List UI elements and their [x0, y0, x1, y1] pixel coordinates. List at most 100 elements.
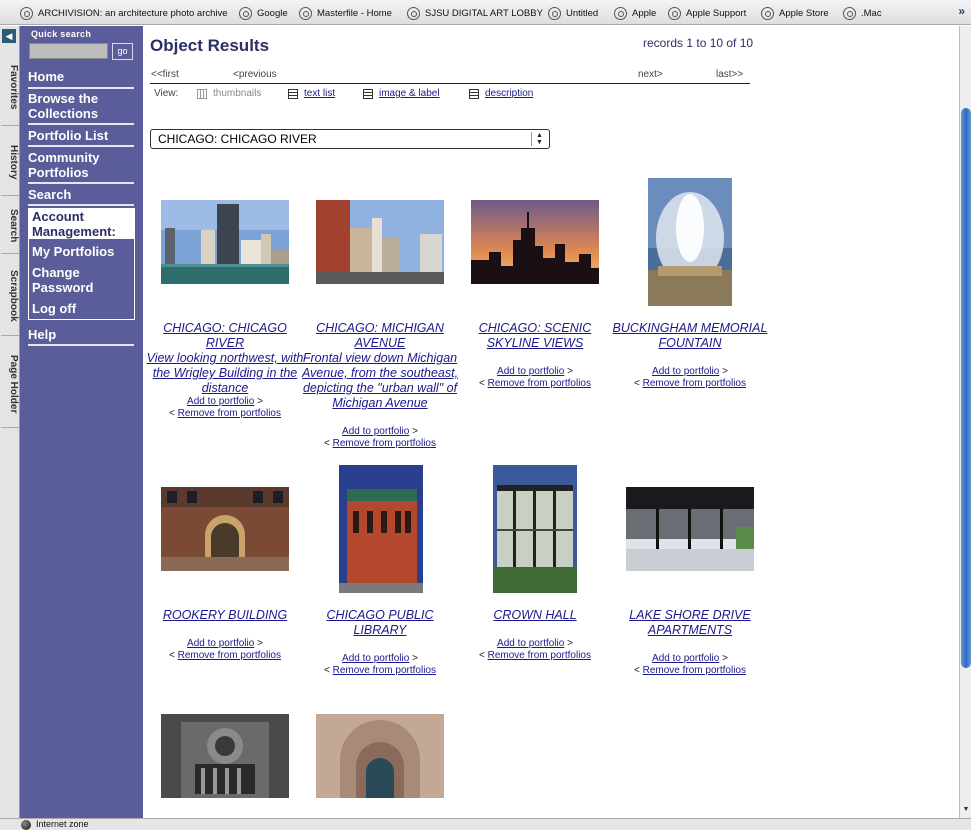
add-to-portfolio-link[interactable]: Add to portfolio — [652, 366, 719, 377]
scroll-down-arrow-icon[interactable]: ▼ — [961, 806, 971, 816]
nav-home[interactable]: Home — [28, 69, 134, 84]
add-to-portfolio-link[interactable]: Add to portfolio — [342, 426, 409, 437]
object-select-value: CHICAGO: CHICAGO RIVER — [158, 132, 317, 146]
favorite-sjsu[interactable]: SJSU DIGITAL ART LOBBY — [407, 5, 543, 21]
scrollbar-thumb[interactable] — [961, 108, 971, 668]
favorite-untitled[interactable]: Untitled — [548, 5, 598, 21]
page-title: Object Results — [150, 36, 270, 55]
add-to-portfolio-link[interactable]: Add to portfolio — [497, 366, 564, 377]
nav-help[interactable]: Help — [28, 327, 134, 342]
result-title-lake-shore-drive[interactable]: LAKE SHORE DRIVE APARTMENTS — [610, 608, 770, 638]
add-portfolio-row: Add to portfolio > — [652, 653, 728, 664]
nav-change-password[interactable]: Change Password — [32, 265, 132, 295]
explorer-side-tabs: ◀ Favorites History Search Scrapbook Pag… — [0, 26, 20, 818]
favorite-globe-icon — [20, 6, 33, 20]
favorite-archivision[interactable]: ARCHIVISION: an architecture photo archi… — [20, 5, 228, 21]
favorite-masterfile[interactable]: Masterfile - Home — [299, 5, 392, 21]
remove-from-portfolios-link[interactable]: Remove from portfolios — [333, 438, 436, 449]
result-title-skyline[interactable]: CHICAGO: SCENIC SKYLINE VIEWS — [455, 321, 615, 351]
favorite-google[interactable]: Google — [239, 5, 288, 21]
favorite-mac[interactable]: .Mac — [843, 5, 882, 21]
view-description[interactable]: description — [469, 88, 533, 99]
add-to-portfolio-link[interactable]: Add to portfolio — [652, 653, 719, 664]
pager-previous[interactable]: <previous — [233, 69, 277, 80]
add-to-portfolio-link[interactable]: Add to portfolio — [497, 638, 564, 649]
thumbnail-ornament[interactable] — [161, 714, 289, 798]
add-to-portfolio-link[interactable]: Add to portfolio — [187, 638, 254, 649]
thumbnail-arched-doorway[interactable] — [316, 714, 444, 798]
result-caption-michigan-avenue[interactable]: Frontal view down Michigan Avenue, from … — [300, 351, 460, 411]
result-title-rookery-building[interactable]: ROOKERY BUILDING — [145, 608, 305, 623]
quick-search-input[interactable] — [29, 43, 108, 59]
quick-search-label: Quick search — [31, 29, 92, 39]
remove-from-portfolios-link[interactable]: Remove from portfolios — [643, 378, 746, 389]
thumbnail-chicago-public-library[interactable] — [339, 465, 423, 593]
remove-from-portfolios-link[interactable]: Remove from portfolios — [643, 665, 746, 676]
view-text-list[interactable]: text list — [288, 88, 335, 99]
remove-from-portfolios-link[interactable]: Remove from portfolios — [178, 650, 281, 661]
thumbnail-skyline[interactable] — [471, 200, 599, 284]
favorite-apple-support[interactable]: Apple Support — [668, 5, 746, 21]
thumbnail-crown-hall[interactable] — [493, 465, 577, 593]
add-portfolio-row: Add to portfolio > — [497, 638, 573, 649]
description-icon — [469, 88, 479, 99]
status-bar: Internet zone — [0, 818, 971, 830]
thumbnail-michigan-avenue[interactable] — [316, 200, 444, 284]
vertical-scrollbar[interactable]: ▼ — [959, 26, 971, 818]
remove-from-portfolios-link[interactable]: Remove from portfolios — [488, 650, 591, 661]
view-thumbnails[interactable]: thumbnails — [197, 88, 261, 99]
add-portfolio-row: Add to portfolio > — [342, 653, 418, 664]
result-title-chicago-river[interactable]: CHICAGO: CHICAGO RIVER — [145, 321, 305, 351]
side-tab-favorites[interactable]: Favorites — [1, 50, 19, 126]
remove-from-portfolios-link[interactable]: Remove from portfolios — [178, 408, 281, 419]
favorite-globe-icon — [614, 6, 627, 20]
result-title-chicago-public-library[interactable]: CHICAGO PUBLIC LIBRARY — [300, 608, 460, 638]
nav-portfolio-list[interactable]: Portfolio List — [28, 128, 134, 143]
add-portfolio-row: Add to portfolio > — [187, 638, 263, 649]
nav-divider — [28, 123, 134, 125]
internet-zone-globe-icon — [21, 820, 31, 830]
view-image-label[interactable]: image & label — [363, 88, 440, 99]
add-portfolio-row: Add to portfolio > — [187, 396, 263, 407]
pager-first[interactable]: <<first — [151, 69, 179, 80]
image-label-icon — [363, 88, 373, 99]
favorite-apple[interactable]: Apple — [614, 5, 656, 21]
nav-my-portfolios[interactable]: My Portfolios — [32, 244, 114, 259]
remove-portfolio-row: < Remove from portfolios — [479, 378, 591, 389]
double-chevron-right-icon[interactable]: » — [958, 4, 965, 18]
pager-next[interactable]: next> — [638, 69, 663, 80]
side-tab-page-holder[interactable]: Page Holder — [1, 342, 19, 428]
add-to-portfolio-link[interactable]: Add to portfolio — [342, 653, 409, 664]
nav-browse-collections[interactable]: Browse the Collections — [28, 91, 134, 121]
add-to-portfolio-link[interactable]: Add to portfolio — [187, 396, 254, 407]
side-tab-search[interactable]: Search — [1, 198, 19, 254]
quick-search-go-button[interactable]: go — [112, 43, 133, 60]
result-caption-chicago-river[interactable]: View looking northwest, with the Wrigley… — [145, 351, 305, 396]
favorite-globe-icon — [239, 6, 252, 20]
nav-search[interactable]: Search — [28, 187, 134, 202]
side-tab-scrapbook[interactable]: Scrapbook — [1, 256, 19, 336]
favorite-apple-store[interactable]: Apple Store — [761, 5, 829, 21]
nav-community-portfolios[interactable]: Community Portfolios — [28, 150, 134, 180]
nav-log-off[interactable]: Log off — [32, 301, 76, 316]
thumbnail-rookery-building[interactable] — [161, 487, 289, 571]
object-results-content: Object Results records 1 to 10 of 10 <<f… — [143, 26, 959, 818]
result-title-crown-hall[interactable]: CROWN HALL — [455, 608, 615, 623]
pager-divider — [150, 83, 750, 84]
object-select[interactable]: CHICAGO: CHICAGO RIVER ▲ ▼ — [150, 129, 550, 149]
side-tab-history[interactable]: History — [1, 130, 19, 196]
nav-divider — [28, 182, 134, 184]
pager-last[interactable]: last>> — [716, 69, 743, 80]
result-title-michigan-avenue[interactable]: CHICAGO: MICHIGAN AVENUE — [300, 321, 460, 351]
remove-portfolio-row: < Remove from portfolios — [634, 378, 746, 389]
remove-from-portfolios-link[interactable]: Remove from portfolios — [488, 378, 591, 389]
thumbnail-buckingham-fountain[interactable] — [648, 178, 732, 306]
thumbnail-chicago-river[interactable] — [161, 200, 289, 284]
nav-divider — [28, 145, 134, 147]
collapse-arrow-icon[interactable]: ◀ — [2, 29, 16, 43]
thumbnail-lake-shore-drive[interactable] — [626, 487, 754, 571]
result-title-buckingham-fountain[interactable]: BUCKINGHAM MEMORIAL FOUNTAIN — [610, 321, 770, 351]
remove-from-portfolios-link[interactable]: Remove from portfolios — [333, 665, 436, 676]
remove-portfolio-row: < Remove from portfolios — [169, 408, 281, 419]
status-zone-text: Internet zone — [36, 819, 89, 829]
